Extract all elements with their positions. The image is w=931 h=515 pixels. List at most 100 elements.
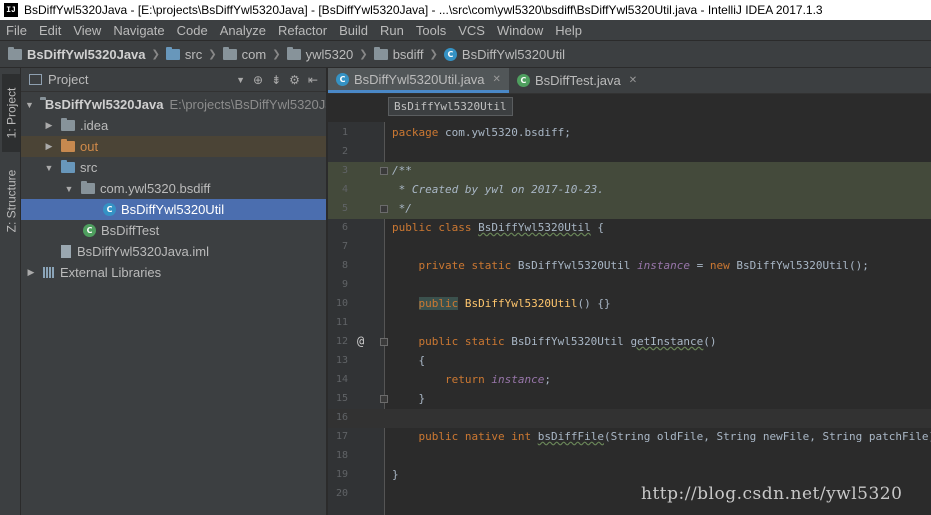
source-folder-icon: [61, 160, 75, 173]
menu-analyze[interactable]: Analyze: [214, 23, 272, 38]
class-icon: C: [336, 72, 349, 86]
tree-item-bsdifftest[interactable]: C BsDiffTest: [21, 220, 326, 241]
editor-breadcrumb[interactable]: BsDiffYwl5320Util: [388, 97, 513, 116]
code-line: 7: [341, 241, 348, 252]
breadcrumb-project[interactable]: BsDiffYwl5320Java ❯: [8, 46, 160, 62]
project-panel-title[interactable]: Project: [48, 72, 88, 87]
breadcrumb-bsdiff[interactable]: bsdiff ❯: [373, 46, 438, 62]
tree-item-out[interactable]: ▶ out: [21, 136, 326, 157]
close-icon[interactable]: ✕: [629, 75, 637, 86]
package-icon: [222, 46, 237, 60]
runnable-class-icon: C: [516, 74, 530, 87]
fold-icon[interactable]: [380, 205, 388, 213]
menu-view[interactable]: View: [67, 23, 107, 38]
tool-tab-structure[interactable]: Z: Structure: [2, 160, 20, 242]
package-icon: [81, 181, 95, 194]
intellij-logo-icon: IJ: [4, 3, 18, 17]
menu-build[interactable]: Build: [333, 23, 374, 38]
locate-icon[interactable]: ⊕: [253, 73, 263, 87]
watermark: http://blog.csdn.net/ywl5320: [641, 484, 903, 504]
editor-tabs: C BsDiffYwl5320Util.java ✕ C BsDiffTest.…: [328, 68, 931, 94]
tree-item-project-root[interactable]: ▼ BsDiffYwl5320Java E:\projects\BsDiffYw…: [21, 94, 326, 115]
tree-item-bsdiffutil[interactable]: C BsDiffYwl5320Util: [21, 199, 326, 220]
hide-icon[interactable]: ⇤: [308, 73, 318, 87]
menu-window[interactable]: Window: [491, 23, 549, 38]
folder-icon: [61, 118, 75, 131]
code-line: 10 public BsDiffYwl5320Util() {}: [335, 297, 611, 310]
expanded-arrow-icon[interactable]: ▼: [43, 163, 55, 173]
code-line: 2: [341, 146, 348, 157]
code-line: 18: [335, 450, 348, 461]
chevron-right-icon: ❯: [429, 48, 438, 60]
fold-icon[interactable]: [380, 167, 388, 175]
collapsed-arrow-icon[interactable]: ▶: [43, 120, 55, 131]
menu-run[interactable]: Run: [374, 23, 410, 38]
tree-item-external-libraries[interactable]: ▶ External Libraries: [21, 262, 326, 283]
code-line: 11: [335, 317, 348, 328]
code-line: 6 public class BsDiffYwl5320Util {: [341, 221, 604, 234]
code-line: 13 {: [335, 354, 426, 367]
code-line: 8 private static BsDiffYwl5320Util insta…: [341, 259, 869, 272]
code-line-current: 16: [328, 409, 931, 428]
expanded-arrow-icon[interactable]: ▼: [63, 184, 75, 194]
tab-bsdifftest[interactable]: C BsDiffTest.java ✕: [509, 68, 645, 93]
tree-item-iml[interactable]: BsDiffYwl5320Java.iml: [21, 241, 326, 262]
code-editor[interactable]: 1 package com.ywl5320.bsdiff; 2 3 /** 4 …: [328, 122, 931, 515]
breadcrumb-src[interactable]: src ❯: [165, 46, 217, 62]
code-line: 14 return instance;: [335, 373, 551, 386]
override-annotation-icon[interactable]: @: [357, 334, 364, 348]
navigation-bar: BsDiffYwl5320Java ❯ src ❯ com ❯ ywl5320 …: [0, 40, 931, 68]
project-tree: ▼ BsDiffYwl5320Java E:\projects\BsDiffYw…: [21, 92, 326, 283]
menu-code[interactable]: Code: [171, 23, 214, 38]
title-bar: IJ BsDiffYwl5320Java - [E:\projects\BsDi…: [0, 0, 931, 20]
menu-vcs[interactable]: VCS: [452, 23, 491, 38]
tree-item-idea[interactable]: ▶ .idea: [21, 115, 326, 136]
breadcrumb-com[interactable]: com ❯: [222, 46, 281, 62]
class-icon: C: [103, 203, 116, 216]
source-folder-icon: [165, 46, 180, 60]
fold-icon[interactable]: [380, 395, 388, 403]
code-line: 5 */: [328, 200, 931, 219]
left-tool-strip: 1: Project Z: Structure: [0, 68, 21, 515]
package-icon: [286, 46, 301, 60]
fold-icon[interactable]: [380, 338, 388, 346]
settings-gear-icon[interactable]: ⚙: [289, 73, 300, 87]
project-folder-icon: [8, 46, 22, 60]
class-icon: C: [443, 47, 457, 61]
menu-help[interactable]: Help: [549, 23, 588, 38]
expanded-arrow-icon[interactable]: ▼: [25, 100, 34, 110]
code-line: 4 * Created by ywl on 2017-10-23.: [328, 181, 931, 200]
runnable-class-icon: C: [83, 224, 96, 237]
collapsed-arrow-icon[interactable]: ▶: [25, 267, 37, 278]
chevron-right-icon: ❯: [272, 48, 281, 60]
close-icon[interactable]: ✕: [493, 74, 501, 85]
editor-breadcrumb-row: BsDiffYwl5320Util: [328, 94, 931, 122]
collapse-all-icon[interactable]: ⇟: [271, 73, 281, 87]
excluded-folder-icon: [61, 139, 75, 152]
tree-item-package[interactable]: ▼ com.ywl5320.bsdiff: [21, 178, 326, 199]
window-title: BsDiffYwl5320Java - [E:\projects\BsDiffY…: [24, 3, 823, 17]
tree-item-src[interactable]: ▼ src: [21, 157, 326, 178]
libraries-icon: [43, 267, 54, 278]
menu-file[interactable]: File: [0, 23, 33, 38]
tool-tab-project[interactable]: 1: Project: [2, 74, 20, 152]
chevron-right-icon: ❯: [151, 48, 160, 60]
dropdown-arrow-icon[interactable]: ▼: [236, 75, 245, 85]
menu-navigate[interactable]: Navigate: [107, 23, 170, 38]
menu-bar: File Edit View Navigate Code Analyze Ref…: [0, 20, 931, 40]
code-line: 12 @ public static BsDiffYwl5320Util get…: [335, 334, 717, 348]
code-line: 15 }: [335, 392, 426, 405]
code-line: 3 /**: [328, 162, 931, 181]
code-line: 1 package com.ywl5320.bsdiff;: [341, 126, 571, 139]
collapsed-arrow-icon[interactable]: ▶: [43, 141, 55, 152]
chevron-right-icon: ❯: [208, 48, 217, 60]
breadcrumb-ywl5320[interactable]: ywl5320 ❯: [286, 46, 368, 62]
breadcrumb-class[interactable]: C BsDiffYwl5320Util: [443, 47, 565, 62]
code-line: 19 }: [335, 468, 399, 481]
menu-edit[interactable]: Edit: [33, 23, 67, 38]
menu-refactor[interactable]: Refactor: [272, 23, 333, 38]
tab-bsdiffutil[interactable]: C BsDiffYwl5320Util.java ✕: [328, 68, 509, 93]
project-view-icon: [29, 74, 42, 85]
menu-tools[interactable]: Tools: [410, 23, 452, 38]
package-icon: [373, 46, 388, 60]
